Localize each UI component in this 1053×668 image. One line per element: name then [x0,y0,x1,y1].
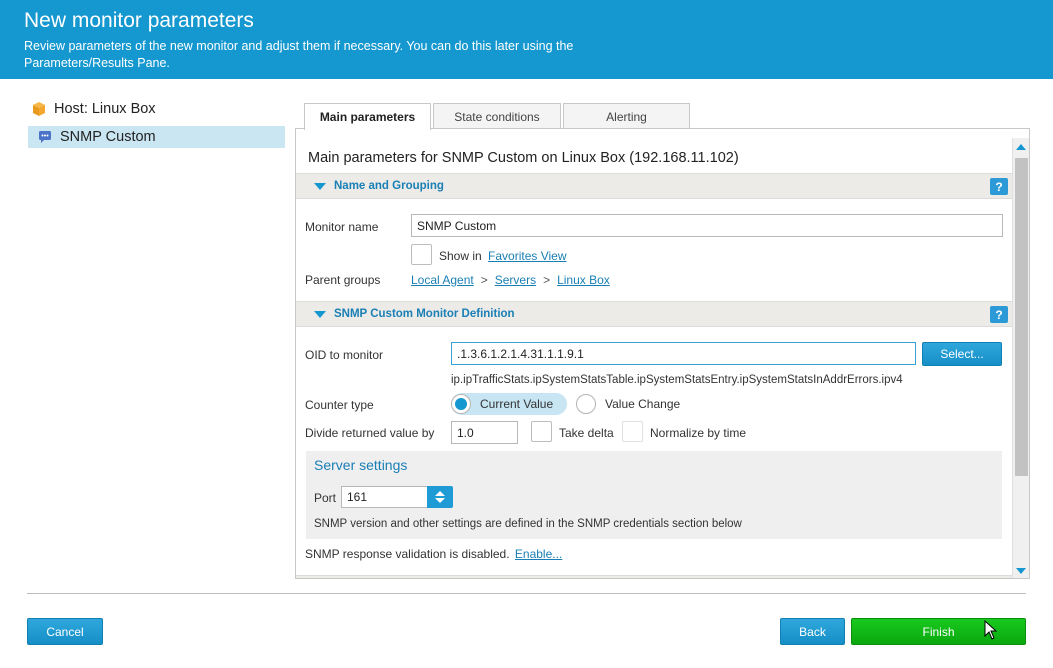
section-name-grouping-label: Name and Grouping [334,180,444,192]
section-definition-label: SNMP Custom Monitor Definition [334,308,515,320]
radio-unselected [576,394,596,414]
finish-button[interactable]: Finish [851,618,1026,645]
port-label: Port [314,491,337,505]
box-icon [30,100,48,118]
divide-label: Divide returned value by [305,426,435,440]
dialog-header: New monitor parameters Review parameters… [0,0,1053,79]
mouse-cursor-icon [984,619,998,643]
enable-validation-link[interactable]: Enable... [515,547,562,561]
parent-group-link[interactable]: Servers [495,273,536,287]
chevron-up-icon [435,491,445,496]
monitor-name-input[interactable] [411,214,1003,237]
parent-group-link[interactable]: Local Agent [411,273,474,287]
select-oid-button[interactable]: Select... [922,342,1002,366]
dialog-subtitle: Review parameters of the new monitor and… [24,39,574,70]
scroll-down-icon[interactable] [1016,568,1026,574]
help-icon[interactable]: ? [990,178,1008,195]
monitor-tree: Host: Linux Box SNMP Custom [28,98,285,154]
chevron-down-icon [435,498,445,503]
favorites-view-link[interactable]: Favorites View [488,249,566,263]
oid-label: OID to monitor [305,348,384,362]
footer-divider [27,593,1026,594]
counter-option-label: Value Change [605,397,681,411]
tree-item-host[interactable]: Host: Linux Box [28,98,285,120]
tree-item-snmp-custom[interactable]: SNMP Custom [28,126,285,148]
server-settings-title: Server settings [314,457,408,473]
port-stepper[interactable] [427,486,453,508]
radio-selected [451,394,471,414]
show-in-checkbox[interactable] [411,244,432,265]
show-in-label: Show in Favorites View [439,249,567,263]
scroll-up-icon[interactable] [1016,144,1026,150]
take-delta-checkbox[interactable] [531,421,552,442]
validation-text: SNMP response validation is disabled. [305,547,510,561]
breadcrumb-separator: > [480,273,488,287]
cancel-button[interactable]: Cancel [27,618,103,645]
oid-name-text: ip.ipTrafficStats.ipSystemStatsTable.ipS… [451,374,903,386]
counter-type-label: Counter type [305,398,374,412]
back-button[interactable]: Back [780,618,845,645]
breadcrumb-separator: > [543,273,551,287]
tab-state-conditions[interactable]: State conditions [433,103,561,129]
dialog-title: New monitor parameters [24,9,254,32]
parent-group-link[interactable]: Linux Box [557,273,610,287]
port-input[interactable] [341,486,429,508]
server-settings-note: SNMP version and other settings are defi… [314,518,742,530]
scroll-thumb[interactable] [1015,158,1028,476]
oid-input[interactable] [451,342,916,365]
tab-main-parameters[interactable]: Main parameters [304,103,431,130]
section-monitor-definition[interactable]: SNMP Custom Monitor Definition ? [296,301,1012,327]
panel-title: Main parameters for SNMP Custom on Linux… [308,150,739,166]
tab-alerting[interactable]: Alerting [563,103,690,129]
next-section-edge [296,575,1012,578]
panel-scrollbar[interactable] [1012,138,1029,578]
normalize-label: Normalize by time [650,426,747,440]
tree-host-label: Host: Linux Box [54,101,156,117]
counter-current-value-option[interactable]: Current Value [451,393,567,415]
monitor-name-label: Monitor name [305,220,379,234]
collapse-triangle-icon [314,182,326,190]
chat-bubble-icon [36,128,54,146]
normalize-checkbox[interactable] [622,421,643,442]
tab-bar: Main parameters State conditions Alertin… [304,103,692,130]
parent-groups-label: Parent groups [305,273,381,287]
take-delta-label: Take delta [559,426,614,440]
section-name-grouping[interactable]: Name and Grouping ? [296,173,1012,199]
tree-monitor-label: SNMP Custom [60,129,156,145]
main-parameters-panel: Main parameters for SNMP Custom on Linux… [295,128,1030,579]
divide-value-input[interactable] [451,421,518,444]
counter-value-change-option[interactable]: Value Change [576,393,696,415]
help-icon[interactable]: ? [990,306,1008,323]
parent-groups-breadcrumb: Local Agent > Servers > Linux Box [411,273,610,287]
counter-option-label: Current Value [480,397,554,411]
validation-status: SNMP response validation is disabled. En… [305,547,562,561]
collapse-triangle-icon [314,310,326,318]
server-settings-box: Server settings Port SNMP version and ot… [306,451,1002,539]
show-in-text: Show in [439,249,482,263]
